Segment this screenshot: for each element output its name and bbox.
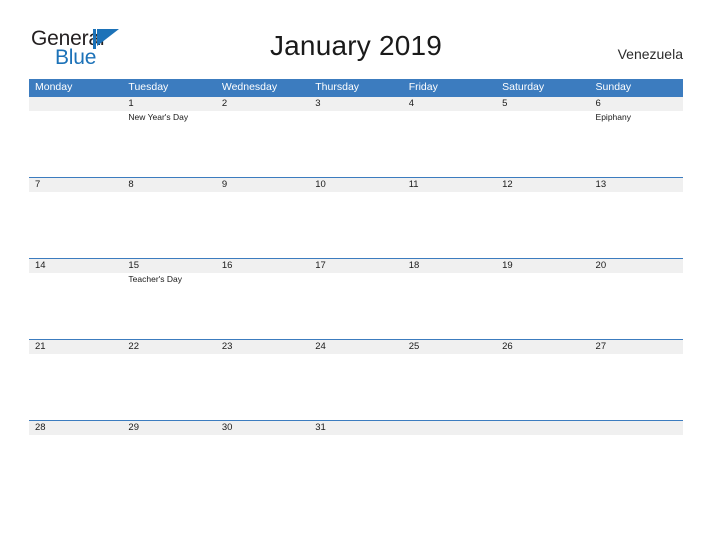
- page-title: January 2019: [269, 30, 443, 61]
- day-number: 25: [408, 341, 420, 352]
- calendar-day-cell[interactable]: 22: [122, 340, 216, 420]
- day-number: 11: [408, 179, 419, 190]
- day-number: 16: [221, 260, 233, 271]
- day-number: 18: [408, 260, 420, 271]
- day-number: 10: [315, 179, 326, 190]
- weekday-header-friday: Friday: [408, 81, 438, 93]
- week-cells: 21 22 23 24 25 26 27: [29, 340, 683, 420]
- weekday-header-tuesday: Tuesday: [128, 81, 169, 93]
- calendar-day-cell[interactable]: 14: [29, 259, 123, 339]
- day-number: 24: [315, 341, 326, 352]
- calendar-day-cell[interactable]: 5: [496, 97, 590, 177]
- calendar-week-row: 1 New Year's Day 2 3 4 5 6 Epiphany: [29, 96, 683, 177]
- calendar-day-cell[interactable]: 11: [402, 178, 497, 258]
- calendar-day-cell[interactable]: 20: [589, 259, 683, 339]
- calendar-day-cell[interactable]: 9: [215, 178, 310, 258]
- day-number: 30: [221, 422, 233, 433]
- calendar-day-cell[interactable]: 12: [496, 178, 590, 258]
- calendar-page: General Blue January 2019 Venezuela Mond…: [0, 0, 712, 550]
- calendar-day-cell[interactable]: 18: [402, 259, 497, 339]
- calendar-week-row: 14 15 Teacher's Day 16 17 18 19 20: [29, 258, 683, 339]
- weekday-header-thursday: Thursday: [315, 81, 360, 93]
- day-number: 4: [408, 98, 414, 109]
- calendar-day-cell[interactable]: [589, 421, 683, 451]
- day-number: 22: [128, 341, 139, 352]
- calendar-weeks: 1 New Year's Day 2 3 4 5 6 Epiphany 7 8 9 10 11 12 13 1…: [29, 96, 683, 451]
- day-number: 23: [221, 341, 233, 352]
- day-number: 3: [315, 98, 321, 109]
- weekday-header-sunday: Sunday: [595, 81, 632, 93]
- day-number: 17: [315, 260, 326, 271]
- day-number: 2: [221, 98, 228, 109]
- calendar-day-cell[interactable]: [402, 421, 497, 451]
- holiday-event-label: Teacher's Day: [128, 274, 183, 284]
- day-number: 12: [502, 179, 513, 190]
- page-header: General Blue January 2019 Venezuela: [0, 0, 712, 78]
- day-number: 9: [221, 179, 228, 190]
- calendar-week-row: 7 8 9 10 11 12 13: [29, 177, 683, 258]
- day-number: 15: [128, 260, 139, 271]
- week-cells: 28 29 30 31: [29, 421, 683, 451]
- calendar-day-cell[interactable]: 31: [309, 421, 403, 451]
- week-cells: 7 8 9 10 11 12 13: [29, 178, 683, 258]
- day-number: 5: [502, 98, 508, 109]
- calendar-day-cell[interactable]: 10: [309, 178, 403, 258]
- calendar-day-cell[interactable]: 21: [29, 340, 123, 420]
- day-events: Teacher's Day: [128, 274, 213, 285]
- calendar-day-cell[interactable]: 8: [122, 178, 216, 258]
- weekday-header-saturday: Saturday: [502, 81, 545, 93]
- weekday-header-monday: Monday: [35, 81, 73, 93]
- calendar-day-cell[interactable]: 19: [496, 259, 590, 339]
- calendar-day-cell[interactable]: 4: [402, 97, 497, 177]
- day-number: 29: [128, 422, 139, 433]
- calendar-day-cell[interactable]: [29, 97, 123, 177]
- calendar-day-cell[interactable]: 25: [402, 340, 497, 420]
- calendar-day-cell[interactable]: 1 New Year's Day: [122, 97, 216, 177]
- day-number: 13: [595, 179, 607, 190]
- weekday-header-wednesday: Wednesday: [221, 81, 278, 93]
- weekday-header-row: Monday Tuesday Wednesday Thursday Friday Satu…: [29, 79, 683, 96]
- calendar-day-cell[interactable]: 7: [29, 178, 123, 258]
- calendar-day-cell[interactable]: 30: [215, 421, 310, 451]
- calendar-day-cell[interactable]: 2: [215, 97, 310, 177]
- calendar-day-cell[interactable]: [496, 421, 590, 451]
- week-cells: 1 New Year's Day 2 3 4 5 6 Epiphany: [29, 97, 683, 177]
- day-number: 27: [595, 341, 607, 352]
- day-number: 1: [128, 98, 134, 109]
- calendar-day-cell[interactable]: 13: [589, 178, 683, 258]
- calendar-day-cell[interactable]: 16: [215, 259, 310, 339]
- day-number: 6: [595, 98, 601, 109]
- day-number: 14: [35, 260, 46, 271]
- holiday-event-label: New Year's Day: [128, 112, 189, 122]
- calendar-week-row: 28 29 30 31: [29, 420, 683, 451]
- day-number: 21: [35, 341, 46, 352]
- calendar-day-cell[interactable]: 3: [309, 97, 403, 177]
- calendar-day-cell[interactable]: 6 Epiphany: [589, 97, 683, 177]
- calendar-day-cell[interactable]: 15 Teacher's Day: [122, 259, 216, 339]
- calendar-day-cell[interactable]: 27: [589, 340, 683, 420]
- calendar-day-cell[interactable]: 26: [496, 340, 590, 420]
- holiday-event-label: Epiphany: [595, 112, 631, 122]
- day-number: 7: [35, 179, 41, 190]
- day-number: 26: [502, 341, 513, 352]
- day-number: 31: [315, 422, 326, 433]
- day-events: New Year's Day: [128, 112, 213, 123]
- day-number: 19: [502, 260, 513, 271]
- country-label: Venezuela: [617, 46, 683, 62]
- calendar-day-cell[interactable]: 28: [29, 421, 123, 451]
- day-events: Epiphany: [596, 112, 681, 123]
- calendar-day-cell[interactable]: 17: [309, 259, 403, 339]
- calendar-day-cell[interactable]: 24: [309, 340, 403, 420]
- day-number: 20: [595, 260, 607, 271]
- calendar-week-row: 21 22 23 24 25 26 27: [29, 339, 683, 420]
- calendar-day-cell[interactable]: 29: [122, 421, 216, 451]
- calendar-day-cell[interactable]: 23: [215, 340, 310, 420]
- calendar-grid: Monday Tuesday Wednesday Thursday Friday Satu…: [29, 79, 683, 451]
- day-number: 8: [128, 179, 134, 190]
- week-cells: 14 15 Teacher's Day 16 17 18 19 20: [29, 259, 683, 339]
- day-number: 28: [35, 422, 46, 433]
